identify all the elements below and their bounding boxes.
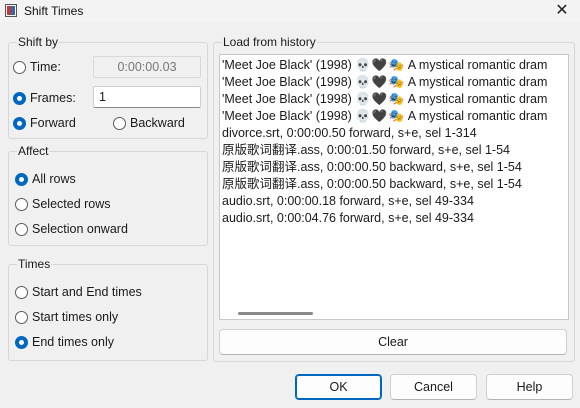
- clear-button[interactable]: Clear: [219, 329, 567, 355]
- affect-option-selected-rows[interactable]: Selected rows: [15, 197, 111, 211]
- frames-radio-circle[interactable]: [13, 91, 26, 105]
- close-button[interactable]: ✕: [544, 0, 580, 22]
- shift-by-title: Shift by: [17, 35, 60, 49]
- history-list-item[interactable]: divorce.srt, 0:00:00.50 forward, s+e, se…: [220, 125, 568, 142]
- history-list-item[interactable]: audio.srt, 0:00:04.76 forward, s+e, sel …: [220, 210, 568, 227]
- window-title: Shift Times: [24, 4, 84, 18]
- history-list-item[interactable]: audio.srt, 0:00:00.18 forward, s+e, sel …: [220, 193, 568, 210]
- start-only-label: Start times only: [32, 310, 119, 324]
- forward-label: Forward: [30, 116, 76, 130]
- time-radio[interactable]: Time:: [13, 60, 61, 74]
- frames-input[interactable]: 1: [93, 86, 201, 108]
- start-only-radio-circle[interactable]: [15, 310, 28, 324]
- times-title: Times: [17, 257, 52, 271]
- selection-onward-label: Selection onward: [32, 222, 128, 236]
- forward-radio-circle[interactable]: [13, 116, 26, 130]
- time-input[interactable]: 0:00:00.03: [93, 56, 201, 78]
- history-list-item[interactable]: 原版歌词翻译.ass, 0:00:01.50 forward, s+e, sel…: [220, 142, 568, 159]
- time-label: Time:: [30, 60, 61, 74]
- history-item-emoji-icons: 💀🖤🎭: [355, 75, 406, 89]
- history-title: Load from history: [222, 35, 317, 49]
- history-item-text: audio.srt, 0:00:00.18 forward, s+e, sel …: [222, 194, 474, 208]
- history-item-text: audio.srt, 0:00:04.76 forward, s+e, sel …: [222, 211, 474, 225]
- app-icon: [5, 4, 17, 17]
- history-item-emoji-icons: 💀🖤🎭: [355, 58, 406, 72]
- start-end-radio-circle[interactable]: [15, 285, 28, 299]
- history-item-description: A mystical romantic dram: [405, 109, 548, 123]
- frames-label: Frames:: [30, 91, 76, 105]
- history-list-item[interactable]: 'Meet Joe Black' (1998) 💀🖤🎭 A mystical r…: [220, 74, 568, 91]
- help-button[interactable]: Help: [486, 374, 573, 400]
- end-only-label: End times only: [32, 335, 114, 349]
- start-end-label: Start and End times: [32, 285, 142, 299]
- selected-rows-label: Selected rows: [32, 197, 111, 211]
- history-item-text: 'Meet Joe Black' (1998): [222, 58, 356, 72]
- all-rows-label: All rows: [32, 172, 76, 186]
- backward-radio[interactable]: Backward: [113, 116, 185, 130]
- history-item-description: A mystical romantic dram: [405, 75, 548, 89]
- ok-button[interactable]: OK: [295, 374, 382, 400]
- frames-radio[interactable]: Frames:: [13, 91, 76, 105]
- history-list-item[interactable]: 'Meet Joe Black' (1998) 💀🖤🎭 A mystical r…: [220, 108, 568, 125]
- time-radio-circle[interactable]: [13, 60, 26, 74]
- history-list-item[interactable]: 原版歌词翻译.ass, 0:00:00.50 backward, s+e, se…: [220, 159, 568, 176]
- history-item-text: 'Meet Joe Black' (1998): [222, 75, 356, 89]
- history-list-item[interactable]: 'Meet Joe Black' (1998) 💀🖤🎭 A mystical r…: [220, 57, 568, 74]
- history-item-text: 原版歌词翻译.ass, 0:00:00.50 backward, s+e, se…: [222, 177, 522, 191]
- times-option-start-end[interactable]: Start and End times: [15, 285, 142, 299]
- history-list-item[interactable]: 'Meet Joe Black' (1998) 💀🖤🎭 A mystical r…: [220, 91, 568, 108]
- backward-label: Backward: [130, 116, 185, 130]
- history-list[interactable]: 'Meet Joe Black' (1998) 💀🖤🎭 A mystical r…: [219, 54, 569, 320]
- forward-radio[interactable]: Forward: [13, 116, 76, 130]
- title-bar: Shift Times ✕: [0, 0, 580, 22]
- affect-option-selection-onward[interactable]: Selection onward: [15, 222, 128, 236]
- history-item-text: divorce.srt, 0:00:00.50 forward, s+e, se…: [222, 126, 477, 140]
- history-item-description: A mystical romantic dram: [405, 92, 548, 106]
- history-item-text: 原版歌词翻译.ass, 0:00:00.50 backward, s+e, se…: [222, 160, 522, 174]
- history-item-emoji-icons: 💀🖤🎭: [355, 92, 406, 106]
- times-option-end-only[interactable]: End times only: [15, 335, 114, 349]
- history-item-text: 原版歌词翻译.ass, 0:00:01.50 forward, s+e, sel…: [222, 143, 510, 157]
- history-item-emoji-icons: 💀🖤🎭: [355, 109, 406, 123]
- end-only-radio-circle[interactable]: [15, 335, 28, 349]
- affect-title: Affect: [17, 144, 50, 158]
- history-item-text: 'Meet Joe Black' (1998): [222, 92, 356, 106]
- history-list-item[interactable]: 原版歌词翻译.ass, 0:00:00.50 backward, s+e, se…: [220, 176, 568, 193]
- history-item-text: 'Meet Joe Black' (1998): [222, 109, 356, 123]
- horizontal-scrollbar[interactable]: [238, 312, 313, 315]
- backward-radio-circle[interactable]: [113, 116, 126, 130]
- history-item-description: A mystical romantic dram: [405, 58, 548, 72]
- selected-rows-radio-circle[interactable]: [15, 197, 28, 211]
- all-rows-radio-circle[interactable]: [15, 172, 28, 186]
- affect-option-all-rows[interactable]: All rows: [15, 172, 76, 186]
- cancel-button[interactable]: Cancel: [390, 374, 477, 400]
- selection-onward-radio-circle[interactable]: [15, 222, 28, 236]
- times-option-start-only[interactable]: Start times only: [15, 310, 118, 324]
